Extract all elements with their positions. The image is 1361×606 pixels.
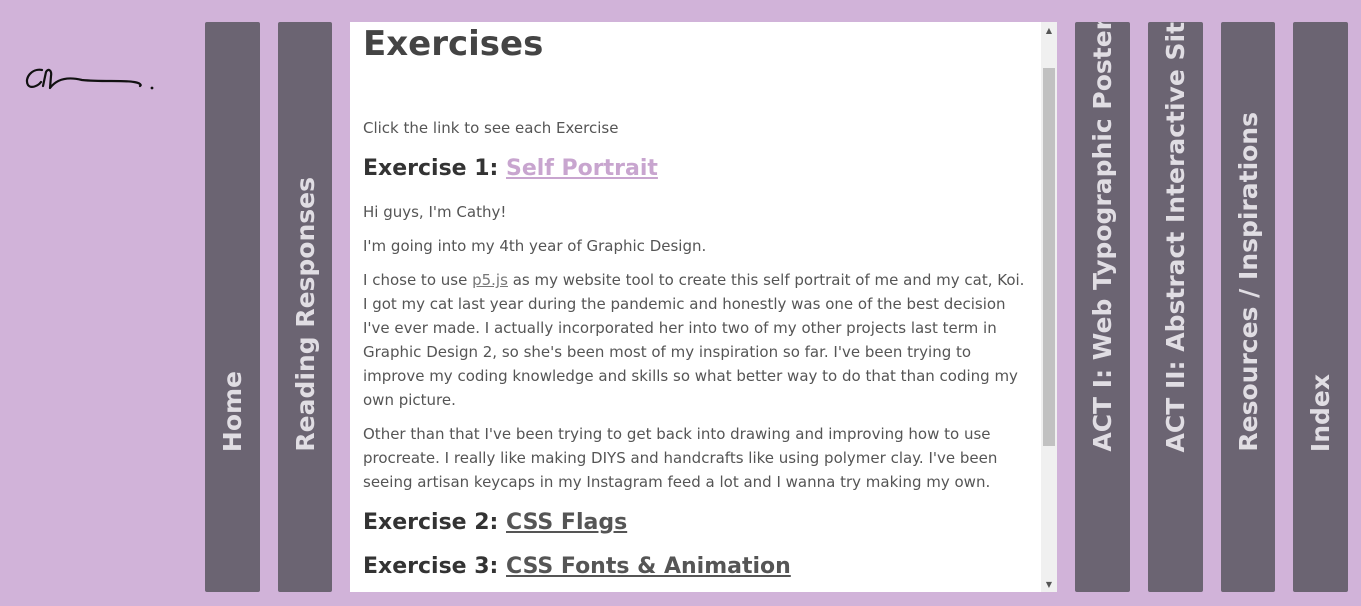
paragraph-2: I'm going into my 4th year of Graphic De… bbox=[363, 237, 707, 255]
self-portrait-link[interactable]: Self Portrait bbox=[506, 156, 658, 181]
nav-act2-label: ACT II: Abstract Interactive Site bbox=[1161, 22, 1190, 452]
nav-reading-responses-label: Reading Responses bbox=[290, 177, 320, 452]
p5js-link[interactable]: p5.js bbox=[472, 271, 508, 289]
nav-home-label: Home bbox=[218, 370, 247, 452]
page-title: Exercises bbox=[363, 24, 544, 64]
css-fonts-animation-link[interactable]: CSS Fonts & Animation bbox=[506, 554, 791, 579]
nav-resources-inspirations[interactable]: Resources / Inspirations bbox=[1221, 22, 1275, 592]
nav-act1-label: ACT I: Web Typographic Poster bbox=[1088, 22, 1117, 452]
nav-resources-label: Resources / Inspirations bbox=[1233, 112, 1263, 452]
exercise-2-prefix: Exercise 2: bbox=[363, 510, 507, 535]
nav-act2-abstract-interactive-site[interactable]: ACT II: Abstract Interactive Site bbox=[1148, 22, 1203, 592]
paragraph-4: Other than that I've been trying to get … bbox=[363, 425, 998, 491]
nav-index-label: Index bbox=[1306, 373, 1335, 452]
exercise-1-heading: Exercise 1: Self Portrait bbox=[363, 154, 1027, 184]
nav-reading-responses[interactable]: Reading Responses bbox=[278, 22, 332, 592]
scroll-up-icon[interactable]: ▲ bbox=[1041, 22, 1057, 38]
paragraph-1: Hi guys, I'm Cathy! bbox=[363, 203, 507, 221]
exercise-3-heading: Exercise 3: CSS Fonts & Animation bbox=[363, 552, 1027, 582]
content-scrollbar[interactable]: ▲ ▼ bbox=[1041, 22, 1057, 592]
nav-home[interactable]: Home bbox=[205, 22, 260, 592]
exercise-1-prefix: Exercise 1: bbox=[363, 156, 507, 181]
intro-text: Click the link to see each Exercise bbox=[363, 119, 619, 137]
scrollbar-thumb[interactable] bbox=[1043, 68, 1055, 446]
paragraph-3-text-b: as my website tool to create this self p… bbox=[363, 271, 1025, 409]
nav-act1-web-typographic-poster[interactable]: ACT I: Web Typographic Poster bbox=[1075, 22, 1130, 592]
exercise-2-heading: Exercise 2: CSS Flags bbox=[363, 508, 1027, 538]
paragraph-3: I chose to use p5.js as my website tool … bbox=[363, 268, 1027, 412]
css-flags-link[interactable]: CSS Flags bbox=[506, 510, 627, 535]
scroll-down-icon[interactable]: ▼ bbox=[1041, 576, 1057, 592]
exercise-3-prefix: Exercise 3: bbox=[363, 554, 507, 579]
main-content-panel: Exercises Click the link to see each Exe… bbox=[350, 22, 1041, 592]
signature-logo[interactable] bbox=[22, 58, 157, 96]
paragraph-3-text-a: I chose to use bbox=[363, 271, 473, 289]
nav-index[interactable]: Index bbox=[1293, 22, 1348, 592]
